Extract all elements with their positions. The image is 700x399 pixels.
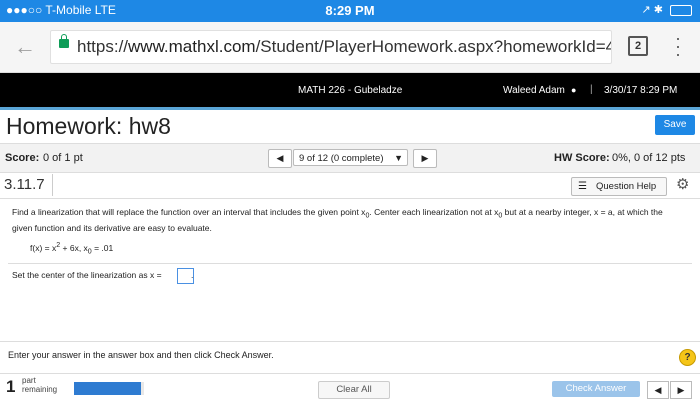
divider bbox=[8, 263, 692, 264]
help-list-icon: ☰ bbox=[578, 181, 587, 192]
parts-label-line-2: remaining bbox=[22, 385, 58, 394]
accent-divider bbox=[0, 107, 700, 110]
hw-score-label: HW Score: bbox=[554, 152, 610, 164]
problem-instructions: Find a linearization that will replace t… bbox=[12, 206, 684, 234]
back-arrow-icon[interactable]: ← bbox=[14, 34, 36, 60]
next-question-button[interactable]: ▶ bbox=[413, 149, 437, 168]
parts-label-line-1: part bbox=[22, 376, 36, 385]
gear-icon[interactable]: ⚙ bbox=[676, 175, 689, 193]
clear-all-button[interactable]: Clear All bbox=[318, 381, 390, 399]
instructions-text-1: Find a linearization that will replace t… bbox=[12, 207, 366, 217]
course-title: MATH 226 - Gubeladze bbox=[298, 85, 403, 96]
parts-remaining-count: 1 bbox=[6, 377, 16, 396]
date-time: 3/30/17 8:29 PM bbox=[604, 85, 678, 96]
parts-remaining-label: part remaining bbox=[22, 376, 57, 394]
footer-next-button[interactable]: ▶ bbox=[670, 381, 692, 399]
browser-toolbar: ← https://www.mathxl.com/Student/PlayerH… bbox=[0, 22, 700, 73]
tab-count-icon[interactable]: 2 bbox=[628, 36, 648, 56]
check-answer-button[interactable]: Check Answer bbox=[552, 381, 640, 397]
question-help-label: Question Help bbox=[596, 181, 657, 192]
bottom-bar: 1 part remaining Clear All Check Answer ◀… bbox=[0, 373, 700, 399]
answer-period: . bbox=[191, 270, 194, 280]
course-header: MATH 226 - Gubeladze Waleed Adam ● | 3/3… bbox=[0, 73, 700, 107]
score-bar: Score: 0 of 1 pt ◀ 9 of 12 (0 complete) … bbox=[0, 143, 700, 173]
url-scheme: https:// bbox=[77, 37, 129, 56]
header-separator: | bbox=[590, 84, 593, 95]
save-button[interactable]: Save bbox=[655, 115, 695, 135]
problem-number: 3.11.7 bbox=[4, 176, 45, 193]
hw-score-value: 0%, 0 of 12 pts bbox=[612, 152, 686, 164]
function-expression: f(x) = x2 + 6x, x0 = .01 bbox=[30, 241, 113, 256]
page-title: Homework: hw8 bbox=[6, 113, 171, 139]
url-path: /Student/PlayerHomework.aspx?homeworkId=… bbox=[255, 37, 612, 56]
problem-header: 3.11.7 ☰ Question Help ⚙ bbox=[0, 172, 700, 199]
divider bbox=[0, 341, 700, 342]
instructions-text-2: . Center each linearization not at x bbox=[369, 207, 499, 217]
footer-previous-button[interactable]: ◀ bbox=[647, 381, 669, 399]
status-bar: ●●●○○ T-Mobile LTE 8:29 PM ↗ ✱ bbox=[0, 0, 700, 22]
function-prefix: f(x) = x bbox=[30, 242, 57, 253]
function-suffix: = .01 bbox=[91, 242, 114, 253]
menu-icon[interactable]: · · · bbox=[675, 29, 681, 63]
question-selector-value: 9 of 12 (0 complete) bbox=[299, 153, 384, 164]
previous-question-button[interactable]: ◀ bbox=[268, 149, 292, 168]
url-text: https://www.mathxl.com/Student/PlayerHom… bbox=[77, 37, 612, 57]
progress-fill bbox=[74, 382, 141, 395]
score-value: 0 of 1 pt bbox=[43, 152, 83, 164]
address-bar[interactable]: https://www.mathxl.com/Student/PlayerHom… bbox=[50, 30, 612, 64]
question-mark-icon[interactable]: ? bbox=[679, 349, 696, 366]
user-name[interactable]: Waleed Adam bbox=[503, 85, 565, 96]
problem-number-divider bbox=[52, 174, 53, 196]
score-label: Score: bbox=[5, 152, 40, 164]
answer-prompt: Set the center of the linearization as x… bbox=[12, 270, 162, 280]
progress-bar bbox=[74, 382, 144, 395]
status-indicators: ↗ ✱ bbox=[641, 3, 692, 16]
prev-icon: ◀ bbox=[276, 153, 284, 163]
function-middle: + 6x, x bbox=[60, 242, 88, 253]
battery-icon bbox=[670, 4, 692, 16]
question-selector[interactable]: 9 of 12 (0 complete) ▼ bbox=[293, 149, 408, 166]
status-indicator-icons: ↗ ✱ bbox=[641, 4, 663, 16]
chevron-down-icon: ▼ bbox=[394, 153, 403, 163]
next-icon: ▶ bbox=[421, 153, 429, 163]
footer-instruction: Enter your answer in the answer box and … bbox=[8, 350, 274, 360]
clock: 8:29 PM bbox=[325, 3, 375, 18]
url-domain: www.mathxl.com bbox=[128, 37, 256, 56]
user-icon: ● bbox=[571, 85, 577, 95]
lock-icon bbox=[59, 34, 69, 48]
question-help-button[interactable]: ☰ Question Help bbox=[571, 177, 667, 196]
